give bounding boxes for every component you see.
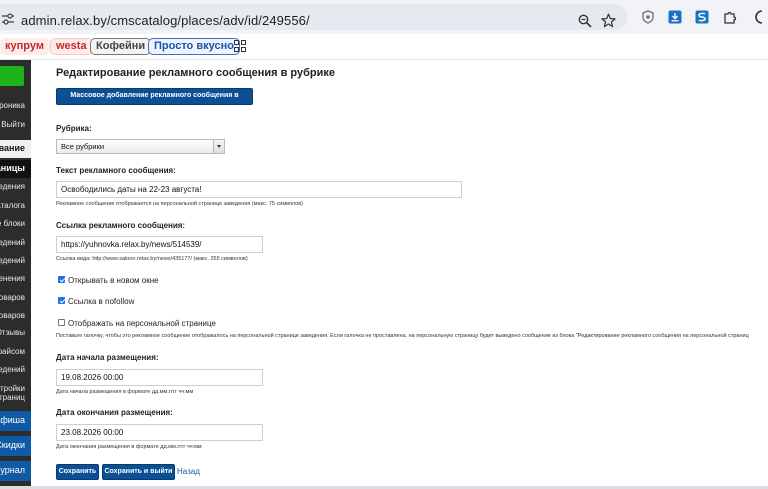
- message-input[interactable]: Освободились даты на 22-23 августа!: [56, 181, 462, 198]
- sidebar-logout[interactable]: | Выйти: [0, 120, 25, 129]
- bookmark-kuprum[interactable]: купрум: [0, 38, 50, 55]
- new-window-label[interactable]: Открывать в новом окне: [68, 276, 159, 285]
- new-window-checkbox[interactable]: [58, 276, 65, 283]
- link-input[interactable]: https://yuhnovka.relax.by/news/514539/: [56, 236, 263, 253]
- end-date-label: Дата окончания размещения:: [56, 408, 173, 417]
- page-title: Редактирование рекламного сообщения в ру…: [56, 67, 336, 79]
- bookmark-westa[interactable]: westa: [50, 38, 93, 55]
- nofollow-label[interactable]: Ссылка в nofollow: [68, 297, 134, 306]
- start-date-hint: Дата начала размещения в формате дд.мм.г…: [56, 389, 194, 395]
- sidebar-item[interactable]: едений: [0, 256, 25, 265]
- sidebar-item-zhurnal[interactable]: Журнал: [0, 461, 31, 481]
- end-date-hint: Дата окончания размещения в формате дд.м…: [56, 444, 202, 450]
- s-extension-icon[interactable]: [695, 10, 709, 24]
- link-hint: Ссылка вида: http://www.saloon.relax.by/…: [56, 256, 248, 262]
- mass-add-button[interactable]: Массовое добавление рекламного сообщения…: [56, 88, 253, 113]
- rubric-label: Рубрика:: [56, 124, 92, 133]
- sidebar-item[interactable]: стройки: [0, 384, 25, 393]
- personal-page-checkbox[interactable]: [58, 319, 65, 326]
- sidebar-section-header: вание: [0, 140, 31, 158]
- personal-page-label[interactable]: Отображать на персональной странице: [68, 319, 216, 328]
- bookmark-star-icon[interactable]: [601, 13, 616, 28]
- sidebar-item[interactable]: едений: [0, 365, 25, 374]
- extensions-puzzle-icon[interactable]: [723, 10, 737, 24]
- message-label: Текст рекламного сообщения:: [56, 166, 176, 175]
- sidebar-item-selected[interactable]: аницы: [0, 160, 31, 178]
- start-date-label: Дата начала размещения:: [56, 353, 159, 362]
- end-date-input[interactable]: 23.08.2026 00:00: [56, 424, 263, 441]
- sidebar-item[interactable]: едения: [0, 182, 25, 191]
- sidebar-item[interactable]: райсом: [0, 347, 25, 356]
- bookmark-prosto-vkusno[interactable]: Просто вкусно: [148, 38, 240, 55]
- message-hint: Рекламное сообщение отображается на перс…: [56, 201, 304, 207]
- nofollow-checkbox[interactable]: [58, 297, 65, 304]
- sidebar-item[interactable]: едений: [0, 238, 25, 247]
- apps-grid-icon[interactable]: [234, 40, 246, 52]
- sidebar-item[interactable]: Отзывы: [0, 328, 25, 337]
- sidebar-item[interactable]: енения: [0, 274, 25, 283]
- start-date-input[interactable]: 19.08.2026 00:00: [56, 369, 263, 386]
- url-text[interactable]: admin.relax.by/cmscatalog/places/adv/id/…: [21, 13, 310, 28]
- download-extension-icon[interactable]: [668, 10, 682, 24]
- admin-sidebar: роника | Выйти вание аницы едения аталог…: [0, 60, 31, 489]
- save-button[interactable]: Сохранить: [56, 464, 99, 480]
- sidebar-item-skidki[interactable]: Скидки: [0, 436, 31, 456]
- rubric-select[interactable]: Все рубрики: [56, 139, 225, 154]
- sidebar-item[interactable]: роника: [0, 101, 25, 110]
- sidebar-item[interactable]: оваров: [0, 293, 25, 302]
- browser-toolbar: admin.relax.by/cmscatalog/places/adv/id/…: [0, 0, 768, 34]
- sidebar-item[interactable]: е блоки: [0, 219, 25, 228]
- main-content: Редактирование рекламного сообщения в ру…: [31, 60, 768, 489]
- sidebar-item-afisha[interactable]: афиша: [0, 411, 31, 431]
- site-settings-icon[interactable]: [2, 13, 14, 25]
- chevron-down-icon[interactable]: [213, 140, 224, 153]
- address-bar[interactable]: admin.relax.by/cmscatalog/places/adv/id/…: [0, 4, 628, 30]
- profile-icon[interactable]: [755, 10, 768, 24]
- link-label: Ссылка рекламного сообщения:: [56, 221, 186, 230]
- sidebar-item[interactable]: траниц: [0, 393, 25, 402]
- shield-extension-icon[interactable]: [641, 10, 655, 24]
- back-link[interactable]: Назад: [177, 467, 200, 476]
- sidebar-item[interactable]: аталога: [0, 201, 25, 210]
- personal-page-hint: Поставьте галочку, чтобы это рекламное с…: [56, 333, 749, 339]
- sidebar-item[interactable]: оваров: [0, 311, 25, 320]
- bookmark-kofeyni[interactable]: Кофейни: [90, 38, 152, 55]
- zoom-icon[interactable]: [578, 14, 592, 28]
- bookmarks-bar: купрум westa Кофейни Просто вкусно: [0, 34, 768, 60]
- save-and-exit-button[interactable]: Сохранить и выйти: [102, 464, 175, 480]
- sidebar-logo[interactable]: [0, 66, 24, 86]
